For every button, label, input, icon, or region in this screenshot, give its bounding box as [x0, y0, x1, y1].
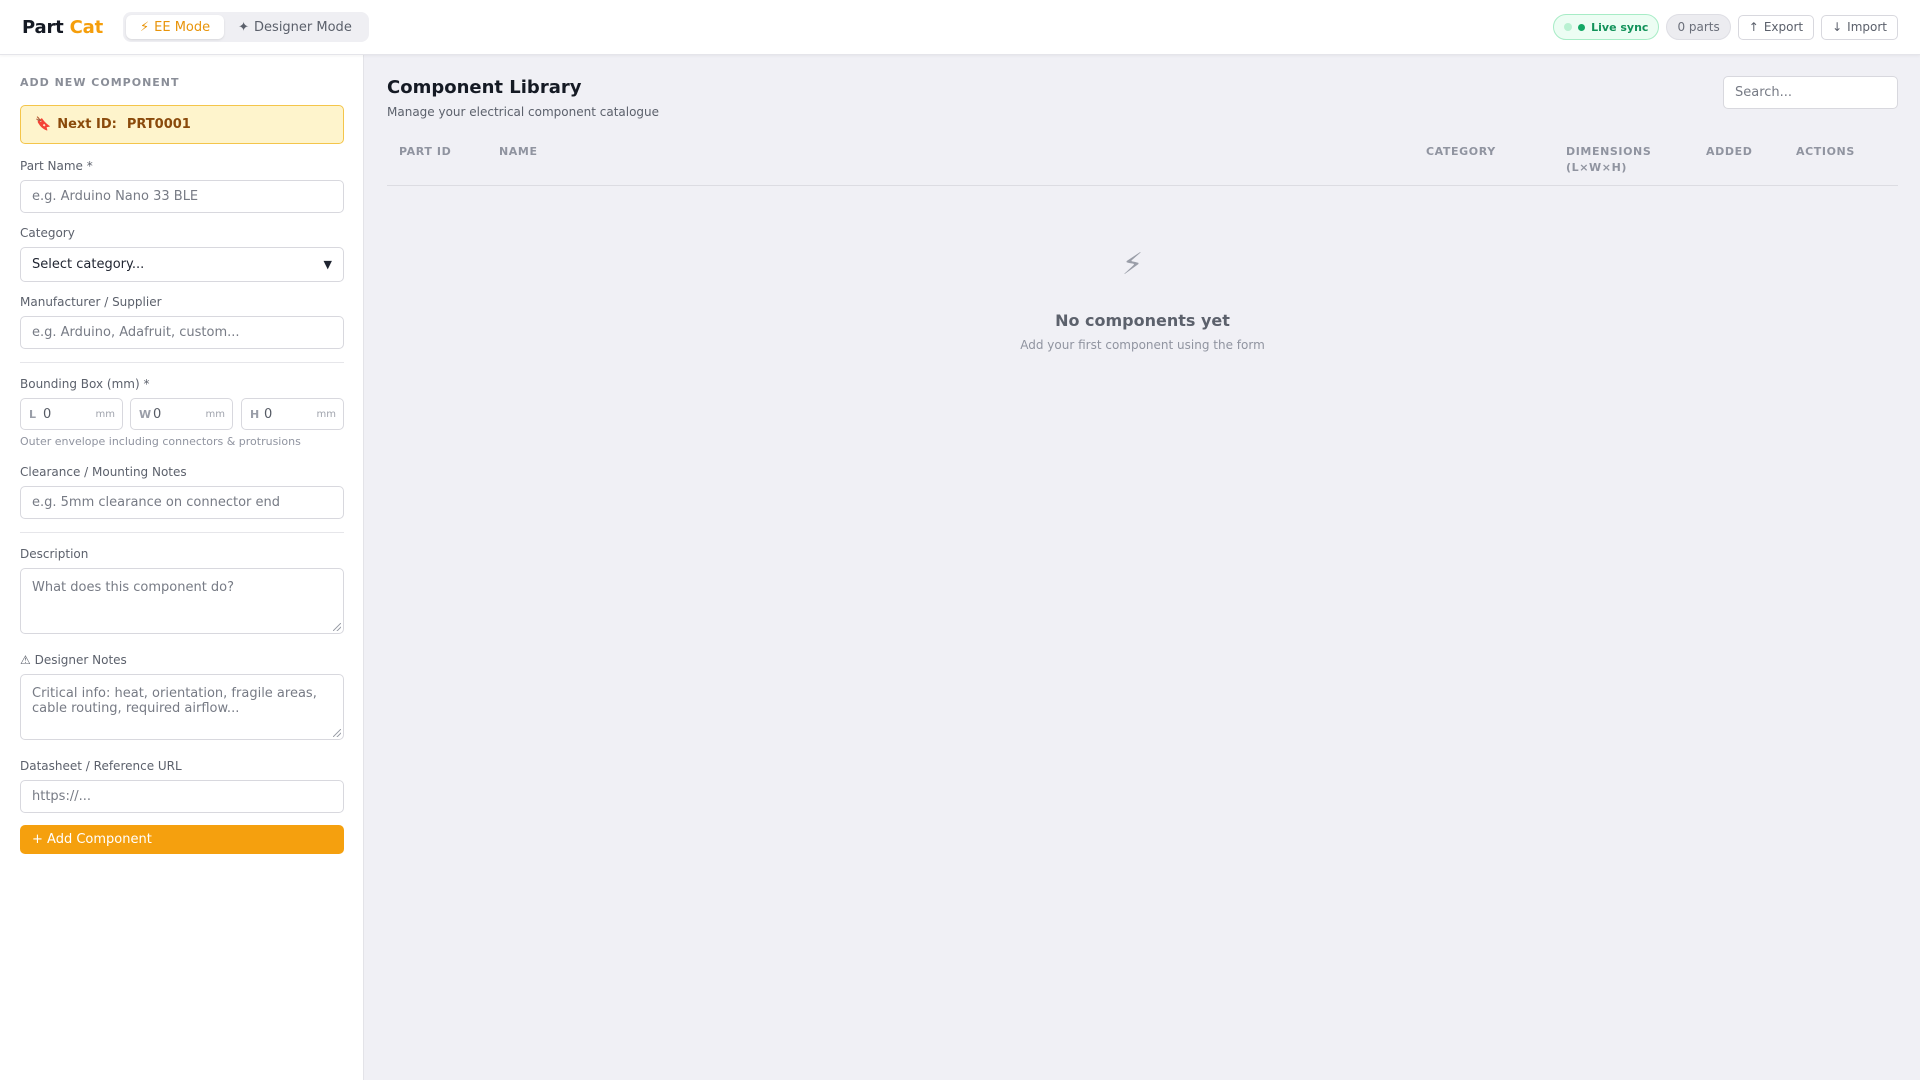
next-id-label: Next ID:	[57, 117, 117, 132]
resize-handle-icon[interactable]	[333, 729, 341, 737]
width-unit: mm	[205, 408, 225, 420]
live-sync-label: Live sync	[1591, 20, 1649, 34]
arrow-down-icon: ↓	[1832, 20, 1843, 34]
lightning-icon: ⚡	[1122, 247, 1144, 282]
height-unit: mm	[316, 408, 336, 420]
height-axis-label: H	[250, 407, 260, 421]
height-value: 0	[264, 406, 273, 422]
page-title: Component Library	[387, 77, 582, 98]
arrow-up-icon: ↑	[1748, 20, 1759, 34]
clearance-input[interactable]	[20, 486, 344, 519]
description-textarea[interactable]: What does this component do?	[20, 568, 344, 634]
column-header-added[interactable]: ADDED	[1706, 144, 1752, 160]
bounding-box-label: Bounding Box (mm) *	[20, 377, 150, 391]
column-header-category[interactable]: CATEGORY	[1426, 144, 1496, 160]
top-bar: Part Cat ⚡ EE Mode ✦ Designer Mode Live …	[0, 0, 1920, 55]
import-label: Import	[1847, 20, 1887, 34]
column-header-actions: ACTIONS	[1796, 145, 1855, 158]
bookmark-icon: 🔖	[35, 117, 52, 132]
parts-count-badge: 0 parts	[1666, 14, 1731, 40]
category-label: Category	[20, 226, 75, 240]
designer-mode-button[interactable]: ✦ Designer Mode	[224, 15, 366, 39]
description-placeholder: What does this component do?	[32, 580, 235, 595]
mode-toggle: ⚡ EE Mode ✦ Designer Mode	[123, 12, 369, 42]
designer-notes-placeholder-line-1: Critical info: heat, orientation, fragil…	[32, 686, 317, 701]
app-logo: Part Cat	[22, 17, 103, 38]
part-name-label: Part Name *	[20, 159, 93, 173]
empty-state-title: No components yet	[1055, 311, 1230, 330]
header-actions: Live sync 0 parts ↑ Export ↓ Import	[1553, 14, 1898, 40]
export-label: Export	[1763, 20, 1804, 34]
chevron-down-icon: ▼	[323, 258, 332, 271]
divider	[20, 532, 344, 533]
designer-notes-textarea[interactable]: Critical info: heat, orientation, fragil…	[20, 674, 344, 740]
resize-handle-icon[interactable]	[333, 623, 341, 631]
datasheet-url-input[interactable]	[20, 780, 344, 813]
width-input[interactable]: W 0 mm	[130, 398, 233, 430]
sparkle-icon: ✦	[238, 19, 250, 35]
sync-pulse-icon	[1564, 23, 1573, 31]
live-sync-badge: Live sync	[1553, 14, 1660, 40]
brand-cat: Cat	[69, 16, 104, 38]
manufacturer-input[interactable]	[20, 316, 344, 349]
bounding-box-hint: Outer envelope including connectors & pr…	[20, 435, 301, 448]
ee-mode-button[interactable]: ⚡ EE Mode	[126, 15, 225, 39]
dimensions-header-line-2: (L×W×H)	[1566, 161, 1628, 174]
page-subtitle: Manage your electrical component catalog…	[387, 105, 660, 119]
length-axis-label: L	[29, 407, 37, 421]
length-input[interactable]: L 0 mm	[20, 398, 123, 430]
description-label: Description	[20, 547, 89, 561]
table-header-divider	[387, 185, 1898, 186]
length-value: 0	[43, 406, 52, 422]
import-button[interactable]: ↓ Import	[1821, 14, 1898, 40]
datasheet-label: Datasheet / Reference URL	[20, 759, 182, 773]
designer-mode-label: Designer Mode	[254, 19, 352, 35]
add-component-button[interactable]: + Add Component	[20, 825, 344, 854]
designer-notes-label: ⚠ Designer Notes	[20, 653, 127, 667]
brand-part: Part	[22, 16, 64, 38]
next-id-value: PRT0001	[126, 117, 191, 132]
manufacturer-label: Manufacturer / Supplier	[20, 295, 162, 309]
width-axis-label: W	[139, 407, 152, 421]
column-header-dimensions[interactable]: DIMENSIONS (L×W×H)	[1566, 144, 1651, 176]
length-unit: mm	[95, 408, 115, 420]
part-name-input[interactable]	[20, 180, 344, 213]
ee-mode-label: EE Mode	[154, 19, 211, 35]
sync-dot-icon	[1578, 23, 1586, 31]
empty-state-subtitle: Add your first component using the form	[1020, 338, 1265, 352]
next-id-banner: 🔖 Next ID: PRT0001	[20, 105, 344, 144]
category-selected: Select category...	[32, 257, 145, 272]
section-title: ADD NEW COMPONENT	[20, 76, 180, 89]
lightning-icon: ⚡	[140, 19, 150, 35]
column-header-part-id[interactable]: PART ID	[399, 144, 451, 160]
width-value: 0	[153, 406, 162, 422]
dimensions-header-line-1: DIMENSIONS	[1566, 145, 1652, 158]
add-component-sidebar: ADD NEW COMPONENT 🔖 Next ID: PRT0001 Par…	[0, 55, 364, 1080]
component-library: Component Library Manage your electrical…	[365, 55, 1920, 1080]
category-select[interactable]: Select category... ▼	[20, 247, 344, 282]
clearance-label: Clearance / Mounting Notes	[20, 465, 187, 479]
height-input[interactable]: H 0 mm	[241, 398, 344, 430]
designer-notes-placeholder-line-2: cable routing, required airflow...	[32, 701, 240, 716]
export-button[interactable]: ↑ Export	[1737, 14, 1815, 40]
divider	[20, 362, 344, 363]
column-header-name[interactable]: NAME	[499, 144, 538, 160]
search-input[interactable]	[1723, 76, 1898, 109]
